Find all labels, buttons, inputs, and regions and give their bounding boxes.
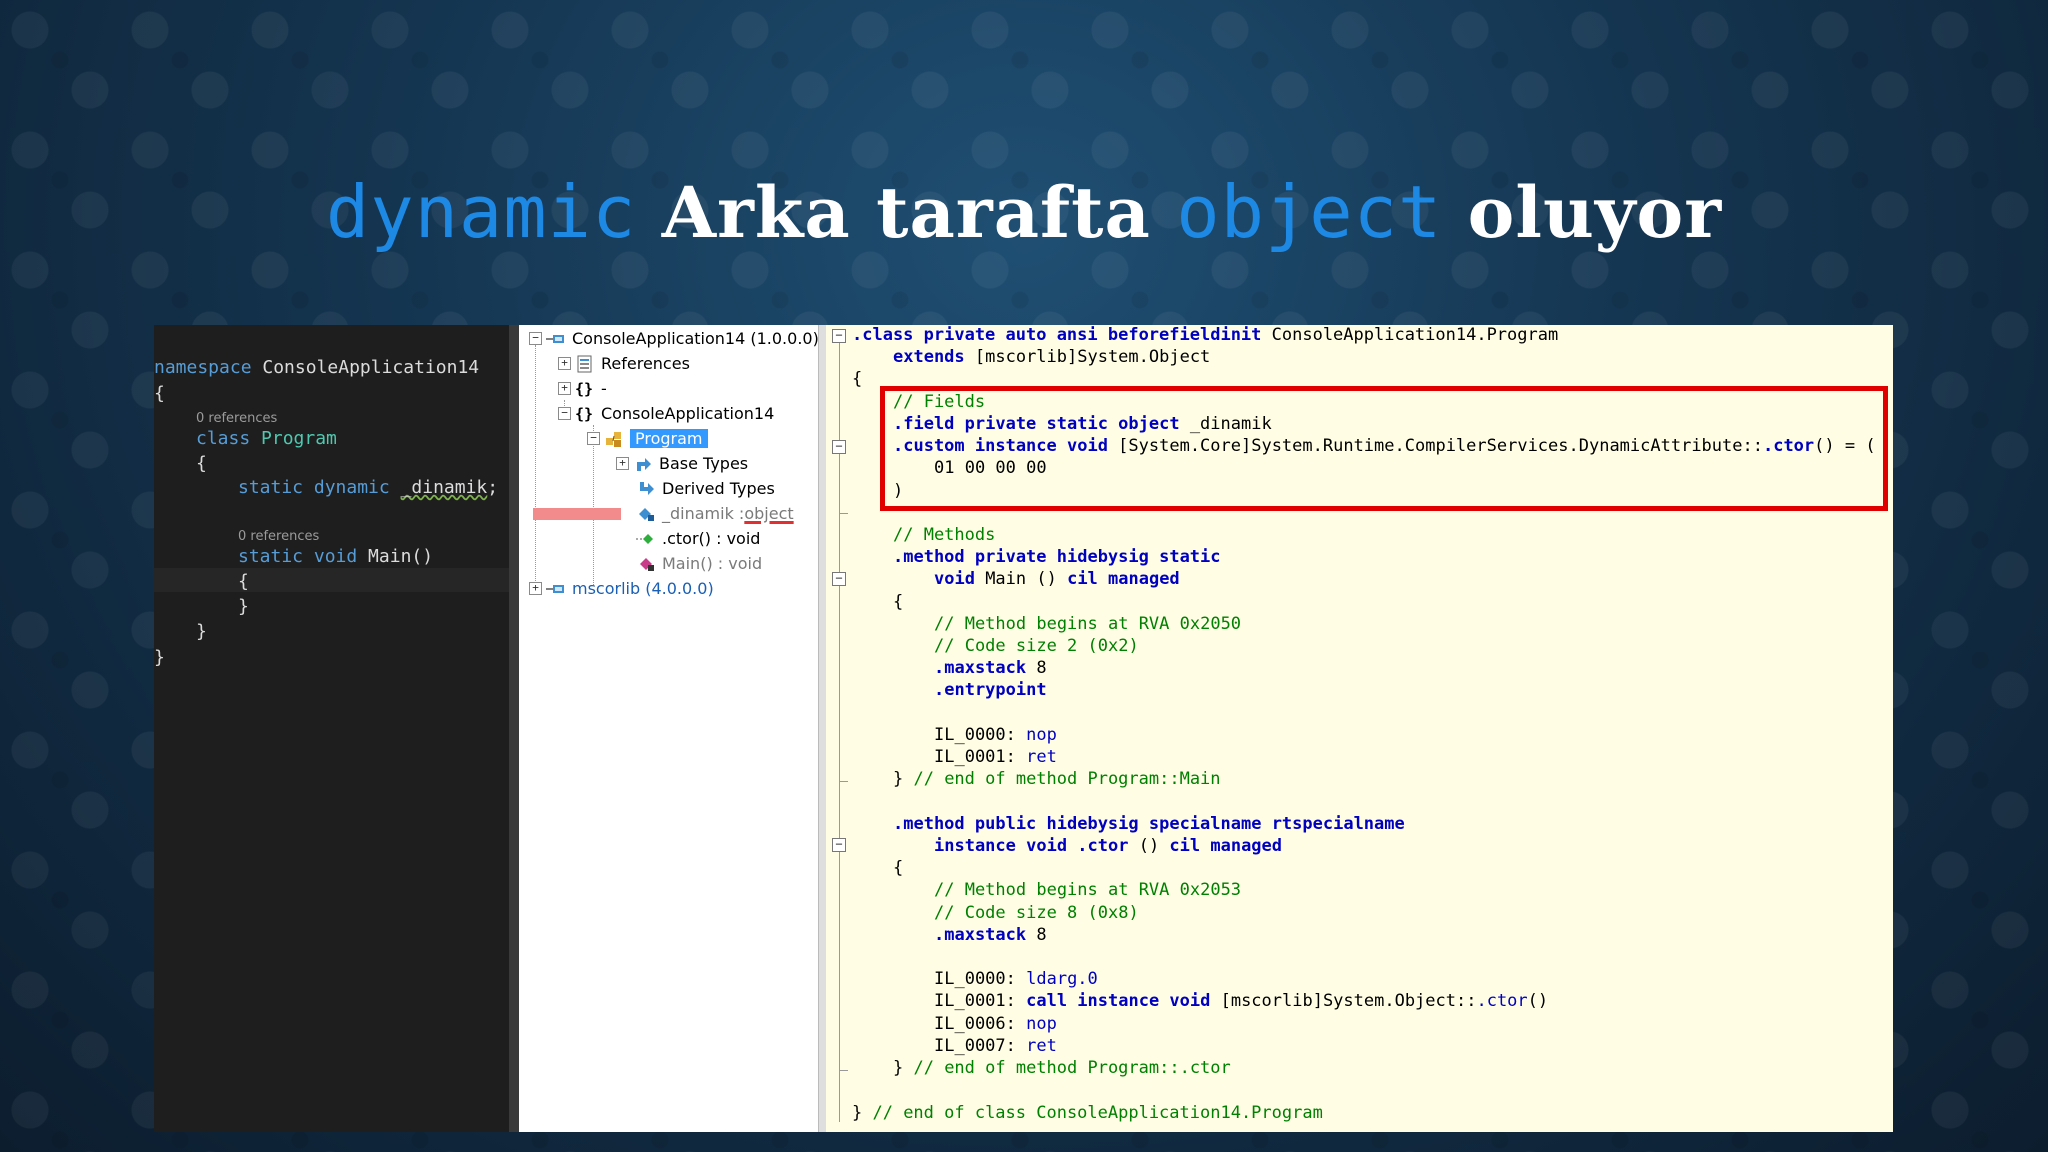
il-line: } // end of method Program::Main: [893, 769, 1221, 789]
derived-types-icon: [640, 481, 654, 495]
il-line: void Main () cil managed: [934, 569, 1180, 589]
panel-splitter[interactable]: [509, 325, 519, 1132]
il-comment: // Method begins at RVA 0x2053: [934, 880, 1242, 900]
fold-toggle[interactable]: −: [832, 440, 846, 454]
tree-label: ConsoleApplication14 (1.0.0.0): [572, 329, 818, 348]
code-line-brace: {: [154, 383, 165, 404]
title-text-1: Arka tarafta: [636, 171, 1177, 254]
collapse-toggle[interactable]: −: [529, 332, 542, 345]
code-line-namespace: namespace ConsoleApplication14: [154, 357, 480, 378]
fold-end-tick: [839, 513, 848, 514]
tree-node-namespace[interactable]: − {} ConsoleApplication14: [558, 404, 774, 423]
collapse-toggle[interactable]: −: [587, 432, 600, 445]
base-types-icon: [637, 457, 651, 471]
il-line: {: [893, 592, 904, 612]
il-line: .class private auto ansi beforefieldinit…: [852, 325, 1559, 345]
il-line: .maxstack 8: [934, 925, 1047, 945]
il-line: IL_0007: ret: [934, 1036, 1057, 1056]
class-icon: [606, 431, 621, 447]
il-comment: // Code size 8 (0x8): [934, 903, 1139, 923]
il-line: IL_0006: nop: [934, 1014, 1057, 1034]
tree-node-program-class[interactable]: − Program: [587, 429, 708, 448]
il-line: instance void .ctor () cil managed: [934, 836, 1283, 856]
tree-node-base-types[interactable]: + Base Types: [616, 454, 748, 473]
tree-node-root[interactable]: − ConsoleApplication14 (1.0.0.0): [529, 329, 818, 348]
il-line: IL_0000: ldarg.0: [934, 969, 1098, 989]
il-comment: // Method begins at RVA 0x2050: [934, 614, 1242, 634]
tree-node-field[interactable]: _dinamik : object: [632, 504, 794, 523]
fold-end-tick: [839, 781, 848, 782]
assembly-icon: [546, 334, 564, 343]
tree-node-ctor[interactable]: .ctor() : void: [632, 529, 760, 548]
slide-title: dynamic Arka tarafta object oluyor: [0, 170, 2048, 254]
il-line: {: [893, 858, 904, 878]
expand-toggle[interactable]: +: [529, 582, 542, 595]
tree-node-mscorlib[interactable]: + mscorlib (4.0.0.0): [529, 579, 714, 598]
highlight-box: [880, 386, 1888, 511]
tree-label: _dinamik :: [662, 504, 745, 523]
il-line: IL_0001: call instance void [mscorlib]Sy…: [934, 991, 1549, 1011]
il-line: .entrypoint: [934, 680, 1047, 700]
annotation-marker: [533, 508, 621, 520]
title-text-2: oluyor: [1442, 171, 1723, 254]
field-icon: [639, 507, 654, 521]
code-line-brace: }: [154, 647, 165, 668]
tree-label: .ctor() : void: [662, 529, 761, 548]
il-line: .method private hidebysig static: [893, 547, 1221, 567]
code-line-class: class Program: [196, 428, 337, 449]
assembly-icon: [546, 584, 564, 593]
tree-label: -: [601, 379, 607, 398]
current-line-highlight: [154, 568, 509, 592]
il-comment: // Methods: [893, 525, 996, 545]
tree-label: References: [601, 354, 690, 373]
code-line-brace: }: [196, 621, 207, 642]
references-icon: [577, 355, 592, 372]
tree-guide: [535, 345, 536, 595]
il-line: } // end of class ConsoleApplication14.P…: [852, 1103, 1323, 1123]
namespace-icon: {}: [575, 379, 594, 398]
expand-toggle[interactable]: +: [558, 382, 571, 395]
tree-node-main[interactable]: Main() : void: [632, 554, 762, 573]
il-line: .maxstack 8: [934, 658, 1047, 678]
code-line-field: static dynamic _dinamik;: [238, 477, 499, 498]
vs-code-editor[interactable]: namespace ConsoleApplication14 { 0 refer…: [154, 325, 509, 1132]
tree-label: Derived Types: [662, 479, 775, 498]
method-icon: [636, 533, 653, 544]
il-line: {: [852, 369, 863, 389]
tree-node-derived-types[interactable]: Derived Types: [632, 479, 775, 498]
tree-label: mscorlib (4.0.0.0): [572, 579, 714, 598]
fold-toggle[interactable]: −: [832, 572, 846, 586]
static-method-icon: [640, 557, 654, 571]
tree-label-selected: Program: [630, 429, 708, 448]
il-line: .method public hidebysig specialname rts…: [893, 814, 1405, 834]
collapse-toggle[interactable]: −: [558, 407, 571, 420]
il-line: IL_0001: ret: [934, 747, 1057, 767]
tree-label: Main() : void: [662, 554, 763, 573]
il-line: IL_0000: nop: [934, 725, 1057, 745]
field-type-label: object: [744, 504, 794, 523]
tree-guide: [593, 425, 594, 585]
expand-toggle[interactable]: +: [616, 457, 629, 470]
tree-node-references[interactable]: + References: [558, 354, 690, 373]
references-lens[interactable]: 0 references: [238, 529, 319, 544]
fold-end-tick: [839, 1070, 848, 1071]
code-line-brace: {: [238, 571, 249, 592]
fold-toggle[interactable]: −: [832, 329, 846, 343]
code-line-brace: {: [196, 453, 207, 474]
fold-toggle[interactable]: −: [832, 838, 846, 852]
code-line-main: static void Main(): [238, 546, 434, 567]
il-line: } // end of method Program::.ctor: [893, 1058, 1231, 1078]
tree-label: Base Types: [659, 454, 749, 473]
tree-node-empty-namespace[interactable]: + {} -: [558, 379, 607, 398]
il-comment: // Code size 2 (0x2): [934, 636, 1139, 656]
references-lens[interactable]: 0 references: [196, 411, 277, 426]
title-keyword-object: object: [1176, 170, 1443, 254]
tree-label: ConsoleApplication14: [601, 404, 775, 423]
namespace-icon: {}: [575, 404, 594, 423]
code-line-brace: }: [238, 596, 249, 617]
ildasm-tree-view[interactable]: − ConsoleApplication14 (1.0.0.0) + Refer…: [519, 325, 818, 1132]
title-keyword-dynamic: dynamic: [325, 170, 637, 254]
il-line: extends [mscorlib]System.Object: [893, 347, 1211, 367]
expand-toggle[interactable]: +: [558, 357, 571, 370]
